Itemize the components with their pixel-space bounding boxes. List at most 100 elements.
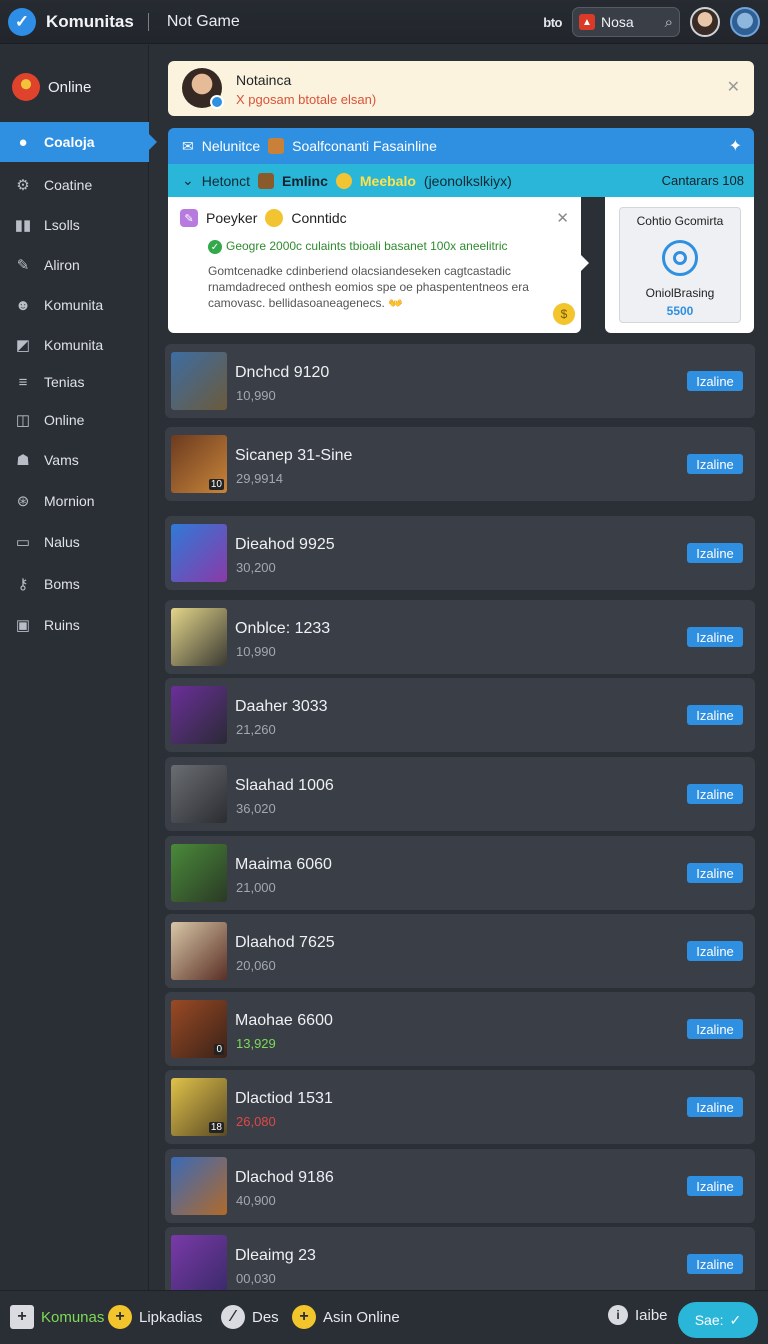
sub-banner-text-1: Hetonct (201, 172, 250, 189)
install-button[interactable]: Izaline (687, 941, 743, 961)
game-name: Dleaimg 23 (235, 1247, 316, 1264)
sidebar-item-ruins[interactable]: ▣ Ruins (0, 605, 149, 645)
game-name: Slaahad 1006 (235, 777, 334, 794)
close-icon[interactable]: ✕ (556, 209, 569, 227)
game-row[interactable]: 0 Maohae 6600 13,929 Izaline (165, 992, 755, 1066)
sidebar-item-label: Lsolls (44, 217, 80, 233)
menu-icon: ≡ (18, 373, 28, 391)
game-number: 13,929 (236, 1036, 276, 1051)
game-name: Dlachod 9186 (235, 1169, 334, 1186)
game-number: 21,260 (236, 722, 276, 737)
game-number: 21,000 (236, 880, 276, 895)
sidebar-item-label: Coatine (44, 177, 93, 193)
install-button[interactable]: Izaline (687, 1176, 743, 1196)
game-name: Daaher 3033 (235, 698, 328, 715)
side-card-title: Cohtio Gcomirta (636, 214, 724, 228)
install-button[interactable]: Izaline (687, 705, 743, 725)
plus-icon: + (10, 1305, 34, 1329)
sidebar-item-aliron[interactable]: ✎ Aliron (0, 245, 149, 285)
sidebar-item-komunita-2[interactable]: ◩ Komunita (0, 325, 149, 365)
notification-card[interactable]: Notainca Х pgosam btotale elsan) ✕ (168, 61, 754, 116)
game-row[interactable]: 18 Dlactiod 1531 26,080 Izaline (165, 1070, 755, 1144)
game-name: Maohae 6600 (235, 1012, 333, 1029)
sidebar-item-label: Nalus (44, 534, 80, 550)
game-row[interactable]: Daaher 3033 21,260 Izaline (165, 678, 755, 752)
sidebar-item-mornion[interactable]: ⊛ Mornion (0, 481, 149, 521)
sidebar-item-boms[interactable]: ⚷ Boms (0, 564, 149, 604)
info-banner[interactable]: ✉ Nelunitce Soalfconanti Fasainline ✦ (168, 128, 754, 164)
sidebar-item-coaloja[interactable]: ● Coaloja (0, 122, 157, 162)
sidebar-item-label: Komunita (44, 337, 104, 353)
game-row[interactable]: Maaima 6060 21,000 Izaline (165, 836, 755, 910)
save-button[interactable]: Sae: ✓ (678, 1302, 758, 1338)
sidebar-online-status[interactable]: Online (0, 69, 149, 105)
smile-icon (335, 172, 352, 189)
game-row[interactable]: Dlachod 9186 40,900 Izaline (165, 1149, 755, 1223)
close-icon[interactable]: ✕ (727, 77, 740, 97)
check-logo-icon: ✓ (8, 7, 36, 36)
game-number: 30,200 (236, 560, 276, 575)
sub-banner-count: Cantarars 108 (661, 173, 744, 188)
popup-header: ✎ Poeyker Conntidc (180, 209, 347, 227)
install-button[interactable]: Izaline (687, 784, 743, 804)
sub-banner-highlight: Meebalo (359, 172, 416, 189)
comment-popup: ✎ Poeyker Conntidc ✕ ✓ Geogre 2000c cula… (168, 197, 589, 333)
bottom-item-des[interactable]: ⁄ Des (221, 1305, 279, 1329)
sub-banner[interactable]: ⌄ Hetonct Emlinc Meebalo (jeonolkslkiyx)… (168, 164, 754, 197)
sidebar-item-lsolls[interactable]: ▮▮ Lsolls (0, 205, 149, 245)
game-row[interactable]: Dlaahod 7625 20,060 Izaline (165, 914, 755, 988)
sidebar-item-vams[interactable]: ☗ Vams (0, 440, 149, 480)
install-button[interactable]: Izaline (687, 863, 743, 883)
game-row[interactable]: Onblce: 1233 10,990 Izaline (165, 600, 755, 674)
bottom-item-label: Asin Online (323, 1308, 400, 1326)
check-icon: ✓ (729, 1311, 742, 1328)
search-icon[interactable]: ⌕ (665, 14, 673, 31)
pin-icon[interactable]: ✦ (729, 136, 742, 156)
info-icon: i (608, 1305, 628, 1325)
sidebar-item-nalus[interactable]: ▭ Nalus (0, 522, 149, 562)
bto-label[interactable]: bto (543, 15, 562, 30)
install-button[interactable]: Izaline (687, 543, 743, 563)
game-thumbnail (171, 524, 227, 582)
notification-text: Х pgosam btotale elsan) (236, 92, 377, 107)
game-row[interactable]: Slaahad 1006 36,020 Izaline (165, 757, 755, 831)
plus-circle-icon: + (292, 1305, 316, 1329)
install-button[interactable]: Izaline (687, 454, 743, 474)
game-row[interactable]: 10 Sicanep 31-Sine 29,9914 Izaline (165, 427, 755, 501)
bottom-item-asin-online[interactable]: + Asin Online (292, 1305, 400, 1329)
game-thumbnail (171, 922, 227, 980)
bottom-item-lipkadias[interactable]: + Lipkadias (108, 1305, 202, 1329)
edit-icon: ✎ (180, 209, 198, 227)
game-row[interactable]: Dieahod 9925 30,200 Izaline (165, 516, 755, 590)
online-status-icon (12, 73, 40, 101)
install-button[interactable]: Izaline (687, 627, 743, 647)
popup-body: Gomtcenadke cdinberiend olacsiandeseken … (208, 264, 529, 310)
game-thumbnail (171, 844, 227, 902)
install-button[interactable]: Izaline (687, 1019, 743, 1039)
search-bar[interactable]: ▲ Nosa ⌕ (572, 7, 680, 37)
install-button[interactable]: Izaline (687, 371, 743, 391)
sidebar-item-komunita[interactable]: ☻ Komunita (0, 285, 149, 325)
install-button[interactable]: Izaline (687, 1097, 743, 1117)
popup-success-line: Geogre 2000c culaints tbioali basanet 10… (208, 239, 508, 253)
sub-banner-bold: Emlinc (281, 172, 328, 189)
avatar[interactable] (690, 7, 720, 37)
bottom-item-komunas[interactable]: + Komunas (10, 1305, 104, 1329)
game-number: 40,900 (236, 1193, 276, 1208)
game-number: 29,9914 (236, 471, 283, 486)
install-button[interactable]: Izaline (687, 1254, 743, 1274)
game-name: Sicanep 31-Sine (235, 447, 353, 464)
coin-icon[interactable]: $ (553, 303, 575, 325)
game-thumbnail: 10 (171, 435, 227, 493)
sidebar-item-online[interactable]: ◫ Online (0, 400, 149, 440)
profile-avatar[interactable] (730, 7, 760, 37)
header-subtitle: Not Game (166, 12, 240, 30)
popup-success-text: Geogre 2000c culaints tbioali basanet 10… (226, 239, 508, 253)
bottom-item-iaibe[interactable]: i Iaibe (608, 1305, 668, 1325)
sidebar-item-coatine[interactable]: ⚙ Coatine (0, 165, 149, 205)
game-name: Dlaahod 7625 (235, 934, 335, 951)
game-row[interactable]: Dnchcd 9120 10,990 Izaline (165, 344, 755, 418)
sidebar-item-tenias[interactable]: ≡ Tenias (0, 362, 149, 402)
side-card-inner[interactable]: Cohtio Gcomirta OniolBrasing 5500 (619, 207, 741, 323)
game-thumbnail: 18 (171, 1078, 227, 1136)
